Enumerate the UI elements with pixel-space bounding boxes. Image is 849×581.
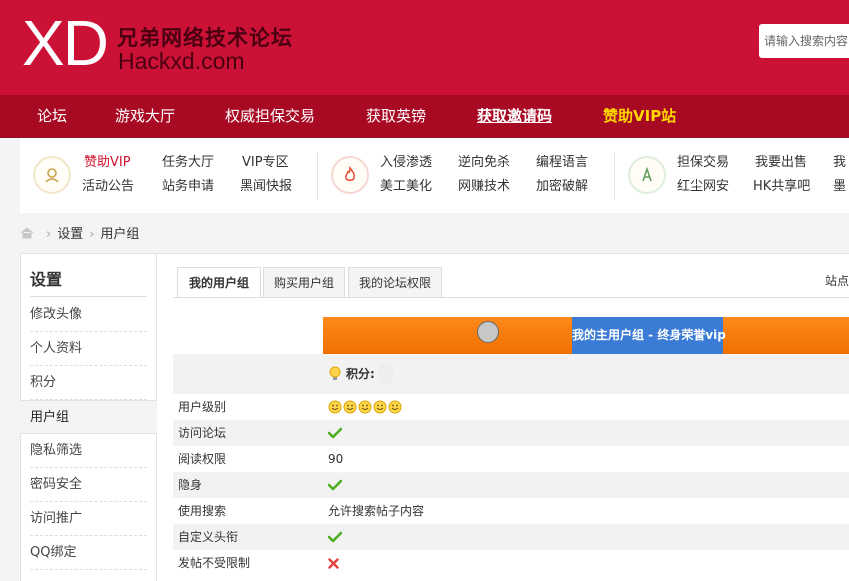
handshake-icon[interactable] [628, 156, 666, 194]
row-label: 阅读权限 [178, 452, 227, 466]
breadcrumb: › 设置 › 用户组 [20, 224, 139, 246]
user-group-banner: 我的主用户组 - 终身荣誉vip [323, 317, 849, 354]
table-row: 发帖不受限制 [173, 550, 849, 576]
quick-link-web-earning[interactable]: 网赚技术 [458, 179, 510, 195]
smiley-icon [388, 400, 402, 414]
row-value [328, 420, 342, 446]
settings-sidebar: 设置 修改头像 个人资料 积分 用户组 隐私筛选 密码安全 访问推广 QQ绑定 [20, 253, 158, 581]
quick-link-sponsor-vip[interactable]: 赞助VIP [84, 155, 131, 171]
table-corner-cell [173, 317, 322, 354]
table-row: 访问论坛 [173, 420, 849, 446]
smiley-icon [373, 400, 387, 414]
avatar [477, 321, 499, 343]
check-icon [328, 427, 342, 439]
quick-link-escrow[interactable]: 担保交易 [677, 155, 729, 171]
row-label: 隐身 [178, 478, 203, 492]
quick-link-programming[interactable]: 编程语言 [536, 155, 588, 171]
sidebar-item-promotion[interactable]: 访问推广 [30, 502, 147, 536]
quick-link-penetration[interactable]: 入侵渗透 [380, 155, 432, 171]
user-level-smileys [328, 394, 403, 420]
row-value [328, 472, 342, 498]
user-group-name: 我的主用户组 - 终身荣誉vip [572, 328, 726, 342]
quick-link-announcements[interactable]: 活动公告 [82, 179, 134, 195]
sidebar-item-avatar[interactable]: 修改头像 [30, 298, 147, 332]
quick-link-task-hall[interactable]: 任务大厅 [162, 155, 214, 171]
nav-item-invite-code[interactable]: 获取邀请码 [477, 95, 552, 138]
table-row: 自定义头衔 [173, 524, 849, 550]
smiley-icon [343, 400, 357, 414]
quick-link-site-apply[interactable]: 站务申请 [162, 179, 214, 195]
smiley-icon [328, 400, 342, 414]
check-icon [328, 531, 342, 543]
nav-item-escrow-trade[interactable]: 权威担保交易 [225, 95, 315, 138]
search-input[interactable]: 请输入搜索内容 [759, 24, 849, 58]
sidebar-item-points[interactable]: 积分 [30, 366, 147, 400]
check-icon [328, 479, 342, 491]
divider [30, 296, 147, 297]
sidebar-item-profile[interactable]: 个人资料 [30, 332, 147, 366]
row-value: 允许搜索帖子内容 [328, 504, 425, 518]
vip-icon[interactable] [33, 156, 71, 194]
quick-link-hk-share[interactable]: HK共享吧 [753, 179, 810, 195]
points-row: 积分: [173, 354, 849, 394]
quick-link-news-flash[interactable]: 黑闻快报 [240, 179, 292, 195]
nav-item-game-hall[interactable]: 游戏大厅 [115, 95, 175, 138]
tab-forum-permissions[interactable]: 我的论坛权限 [348, 267, 442, 297]
quick-link-hongchen[interactable]: 红尘网安 [677, 179, 729, 195]
quick-link-more-2[interactable]: 墨 [833, 179, 846, 195]
site-header: XD 兄弟网络技术论坛 Hackxd.com 请输入搜索内容 [0, 0, 849, 95]
sidebar-item-qq-bind[interactable]: QQ绑定 [30, 536, 147, 570]
row-label: 用户级别 [178, 400, 227, 414]
site-info-text: 站点 [824, 274, 849, 288]
flame-icon[interactable] [331, 156, 369, 194]
breadcrumb-user-group[interactable]: 用户组 [100, 227, 139, 242]
quick-link-design[interactable]: 美工美化 [380, 179, 432, 195]
row-value [328, 550, 339, 576]
points-value: 积分: [328, 354, 393, 394]
points-number [378, 363, 393, 385]
sidebar-item-user-group[interactable]: 用户组 [20, 400, 158, 434]
site-logo[interactable]: XD [22, 10, 109, 76]
main-content: 我的用户组 购买用户组 我的论坛权限 站点 我的主用户组 - 终身荣誉vip 积… [157, 253, 849, 581]
nav-item-forum[interactable]: 论坛 [37, 95, 67, 138]
row-label: 访问论坛 [178, 426, 227, 440]
table-row: 用户级别 [173, 394, 849, 420]
sidebar-item-password[interactable]: 密码安全 [30, 468, 147, 502]
row-value: 90 [328, 452, 344, 466]
nav-item-sponsor-vip[interactable]: 赞助VIP站 [603, 95, 676, 138]
quick-links-bar: 赞助VIP 任务大厅 VIP专区 活动公告 站务申请 黑闻快报 入侵渗透 逆向免… [20, 138, 849, 213]
quick-link-vip-zone[interactable]: VIP专区 [242, 155, 289, 171]
quick-link-reverse[interactable]: 逆向免杀 [458, 155, 510, 171]
smiley-icon [358, 400, 372, 414]
row-label: 发帖不受限制 [178, 556, 251, 570]
site-domain[interactable]: Hackxd.com [118, 48, 245, 75]
tab-buy-user-group[interactable]: 购买用户组 [263, 267, 345, 297]
sidebar-title: 设置 [30, 270, 63, 289]
row-label: 自定义头衔 [178, 530, 239, 544]
table-row: 阅读权限 90 [173, 446, 849, 472]
quick-link-more-1[interactable]: 我 [833, 155, 846, 171]
breadcrumb-separator: › [89, 227, 95, 242]
divider [173, 297, 849, 298]
tab-my-user-group[interactable]: 我的用户组 [177, 267, 261, 298]
quick-link-sell[interactable]: 我要出售 [755, 155, 807, 171]
table-row: 使用搜索 允许搜索帖子内容 [173, 498, 849, 524]
sidebar-item-privacy[interactable]: 隐私筛选 [30, 434, 147, 468]
quick-link-crypto-crack[interactable]: 加密破解 [536, 179, 588, 195]
row-value [328, 524, 342, 550]
table-row: 隐身 [173, 472, 849, 498]
nav-item-get-pounds[interactable]: 获取英镑 [366, 95, 426, 138]
lightbulb-icon [329, 366, 341, 380]
home-icon[interactable] [20, 227, 34, 239]
divider [614, 152, 615, 200]
cross-icon [328, 557, 339, 569]
points-label: 积分: [346, 367, 375, 381]
breadcrumb-separator: › [46, 227, 52, 242]
main-nav: 论坛 游戏大厅 权威担保交易 获取英镑 获取邀请码 赞助VIP站 [0, 95, 849, 138]
breadcrumb-settings[interactable]: 设置 [57, 227, 83, 242]
row-label: 使用搜索 [178, 504, 227, 518]
divider [317, 152, 318, 200]
